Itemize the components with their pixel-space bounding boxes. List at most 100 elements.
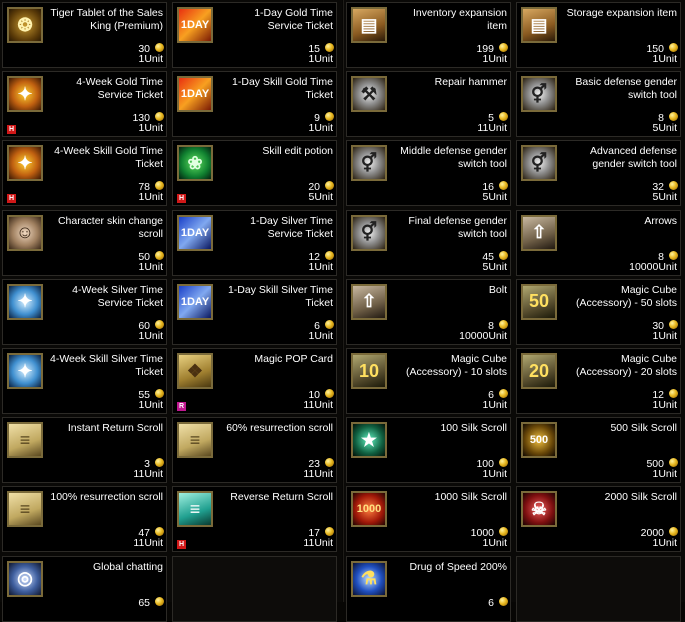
day-ticket-silver-icon[interactable]: 1DAY: [177, 283, 213, 320]
coin-icon: [669, 112, 678, 122]
shop-item-100-resurrection-scroll[interactable]: ≡ 100% resurrection scroll 47 11Unit: [2, 486, 167, 553]
shop-item-advanced-defense-gender-switch-tool[interactable]: ⚥ Advanced defense gender switch tool 32 5U…: [516, 140, 681, 207]
coin-icon: [499, 112, 508, 122]
coin-icon: [325, 319, 334, 329]
shop-item-1000-silk-scroll[interactable]: 1000 1000 Silk Scroll 1000 1Unit: [346, 486, 511, 553]
magic-cube-icon[interactable]: 10: [351, 353, 387, 389]
gender-tool-icon[interactable]: ⚥: [351, 145, 387, 182]
arrows-icon[interactable]: ⇧: [521, 214, 557, 251]
silver-ring-icon[interactable]: ✦: [7, 283, 43, 320]
shop-item-arrows[interactable]: ⇧ Arrows 8 10000Unit: [516, 209, 681, 276]
icon-glyph: ✦: [17, 83, 33, 104]
item-name: Repair hammer: [434, 76, 507, 89]
item-name: Global chatting: [92, 560, 163, 573]
shop-item-character-skin-change-scroll[interactable]: ☺ Character skin change scroll 50 1Unit: [2, 209, 167, 276]
speed-drug-icon[interactable]: ⚗: [351, 560, 387, 597]
day-ticket-gold-icon[interactable]: 1DAY: [177, 7, 213, 43]
item-unit: 1Unit: [652, 53, 677, 65]
item-name: 4-Week Skill Silver Time Ticket: [50, 353, 163, 378]
item-unit: 1Unit: [482, 399, 507, 411]
item-unit: 1Unit: [652, 468, 677, 481]
shop-item-tiger-tablet-of-the-sales-king-premium[interactable]: ❂ Tiger Tablet of the Sales King (Premium…: [2, 2, 167, 68]
shop-item-inventory-expansion-item[interactable]: ▤ Inventory expansion item 199 1Unit: [346, 2, 511, 68]
item-name: Character skin change scroll: [57, 214, 163, 240]
shop-item-reverse-return-scroll[interactable]: ≡ Reverse Return Scroll 17 11Unit H: [172, 486, 337, 553]
shop-item-global-chatting[interactable]: ◎ Global chatting 65: [2, 555, 167, 622]
chest-icon[interactable]: ▤: [351, 7, 387, 43]
hot-badge: H: [177, 194, 186, 204]
item-unit: 5Unit: [308, 191, 333, 204]
item-name: Final defense gender switch tool: [408, 214, 507, 240]
day-ticket-gold-icon[interactable]: 1DAY: [177, 76, 213, 113]
hot-badge: H: [177, 540, 186, 550]
shop-item-magic-cube-accessory-50-slots[interactable]: 50 Magic Cube (Accessory) - 50 slots 30 1Un…: [516, 278, 681, 345]
shop-item-magic-cube-accessory-20-slots[interactable]: 20 Magic Cube (Accessory) - 20 slots 12 1Un…: [516, 348, 681, 414]
coin-icon: [669, 527, 678, 537]
shop-item-4-week-skill-silver-time-ticket[interactable]: ✦ 4-Week Skill Silver Time Ticket 55 1Unit: [2, 348, 167, 414]
potion-icon[interactable]: ❀: [177, 145, 213, 182]
gender-tool-icon[interactable]: ⚥: [521, 76, 557, 113]
scroll-icon[interactable]: ≡: [7, 422, 43, 459]
shop-item-1-day-skill-silver-time-ticket[interactable]: 1DAY 1-Day Skill Silver Time Ticket 6 1Unit: [172, 278, 337, 345]
card-icon[interactable]: ❖: [177, 353, 213, 389]
shop-item-magic-cube-accessory-10-slots[interactable]: 10 Magic Cube (Accessory) - 10 slots 6 1Uni…: [346, 348, 511, 414]
silver-ring-icon[interactable]: ✦: [7, 353, 43, 389]
shop-item-500-silk-scroll[interactable]: 500 500 Silk Scroll 500 1Unit: [516, 417, 681, 484]
item-unit: 11Unit: [477, 122, 507, 135]
shop-item-middle-defense-gender-switch-tool[interactable]: ⚥ Middle defense gender switch tool 16 5Uni…: [346, 140, 511, 207]
shop-item-4-week-gold-time-service-ticket[interactable]: ✦ 4-Week Gold Time Service Ticket 130 1Unit…: [2, 71, 167, 138]
magic-cube-icon[interactable]: 50: [521, 283, 557, 320]
day-ticket-silver-icon[interactable]: 1DAY: [177, 214, 213, 251]
shop-item-instant-return-scroll[interactable]: ≡ Instant Return Scroll 3 11Unit: [2, 417, 167, 484]
icon-glyph: ⚥: [530, 152, 548, 173]
silk-scroll-icon[interactable]: ★: [351, 422, 387, 459]
gold-ring-icon[interactable]: ✦: [7, 145, 43, 182]
shop-item-bolt[interactable]: ⇧ Bolt 8 10000Unit: [346, 278, 511, 345]
coin-icon: [325, 43, 334, 52]
tablet-icon[interactable]: ❂: [7, 7, 43, 43]
bolt-icon[interactable]: ⇧: [351, 283, 387, 320]
shop-item-storage-expansion-item[interactable]: ▤ Storage expansion item 150 1Unit: [516, 2, 681, 68]
shop-item-basic-defense-gender-switch-tool[interactable]: ⚥ Basic defense gender switch tool 8 5Unit: [516, 71, 681, 138]
silk-scroll-icon[interactable]: ☠: [521, 491, 557, 528]
icon-glyph: 1DAY: [180, 19, 210, 31]
item-mall-left-panel: ❂ Tiger Tablet of the Sales King (Premium…: [0, 0, 342, 622]
item-unit: 11Unit: [303, 399, 333, 411]
globe-icon[interactable]: ◎: [7, 560, 43, 597]
shop-item-4-week-skill-gold-time-ticket[interactable]: ✦ 4-Week Skill Gold Time Ticket 78 1Unit H: [2, 140, 167, 207]
shop-item-final-defense-gender-switch-tool[interactable]: ⚥ Final defense gender switch tool 45 5Unit: [346, 209, 511, 276]
shop-item-skill-edit-potion[interactable]: ❀ Skill edit potion 20 5Unit H: [172, 140, 337, 207]
shop-item-1-day-gold-time-service-ticket[interactable]: 1DAY 1-Day Gold Time Service Ticket 15 1Uni…: [172, 2, 337, 68]
shop-item-1-day-skill-gold-time-ticket[interactable]: 1DAY 1-Day Skill Gold Time Ticket 9 1Unit: [172, 71, 337, 138]
chest-icon[interactable]: ▤: [521, 7, 557, 43]
gender-tool-icon[interactable]: ⚥: [521, 145, 557, 182]
silk-scroll-icon[interactable]: 1000: [351, 491, 387, 528]
item-unit: 5Unit: [482, 191, 507, 204]
empty-slot: [172, 555, 337, 622]
shop-item-1-day-silver-time-service-ticket[interactable]: 1DAY 1-Day Silver Time Service Ticket 12 1U…: [172, 209, 337, 276]
shop-item-60-resurrection-scroll[interactable]: ≡ 60% resurrection scroll 23 11Unit: [172, 417, 337, 484]
scroll-icon[interactable]: ≡: [7, 491, 43, 528]
item-name: 100 Silk Scroll: [440, 422, 507, 435]
silk-scroll-icon[interactable]: 500: [521, 422, 557, 459]
shop-item-2000-silk-scroll[interactable]: ☠ 2000 Silk Scroll 2000 1Unit: [516, 486, 681, 553]
icon-glyph: ⚒: [360, 83, 378, 104]
coin-icon: [499, 43, 508, 52]
shop-item-drug-of-speed-200[interactable]: ⚗ Drug of Speed 200% 6: [346, 555, 511, 622]
face-icon[interactable]: ☺: [7, 214, 43, 251]
magic-cube-icon[interactable]: 20: [521, 353, 557, 389]
item-name: Bolt: [488, 283, 507, 296]
shop-item-100-silk-scroll[interactable]: ★ 100 Silk Scroll 100 1Unit: [346, 417, 511, 484]
item-name: Basic defense gender switch tool: [575, 76, 677, 102]
coin-icon: [155, 112, 164, 122]
scroll-teal-icon[interactable]: ≡: [177, 491, 213, 528]
shop-item-magic-pop-card[interactable]: ❖ Magic POP Card 10 11Unit R: [172, 348, 337, 414]
gold-ring-icon[interactable]: ✦: [7, 76, 43, 113]
shop-item-4-week-silver-time-service-ticket[interactable]: ✦ 4-Week Silver Time Service Ticket 60 1Uni…: [2, 278, 167, 345]
hammer-icon[interactable]: ⚒: [351, 76, 387, 113]
coin-icon: [155, 527, 164, 537]
scroll-icon[interactable]: ≡: [177, 422, 213, 459]
gender-tool-icon[interactable]: ⚥: [351, 214, 387, 251]
shop-item-repair-hammer[interactable]: ⚒ Repair hammer 5 11Unit: [346, 71, 511, 138]
item-name: Storage expansion item: [566, 7, 677, 19]
